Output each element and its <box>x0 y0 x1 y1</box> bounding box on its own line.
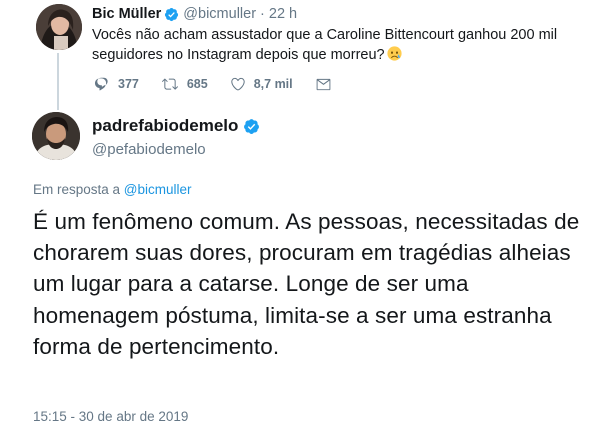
reply-icon <box>94 77 108 91</box>
original-tweet-text-content: Vocês não acham assustador que a Carolin… <box>92 27 558 63</box>
like-button[interactable]: 8,7 mil <box>230 76 293 92</box>
tweet-actions: 377 685 8,7 mil <box>94 76 362 92</box>
reply-tweet-timestamp[interactable]: 15:15 - 30 de abr de 2019 <box>33 409 188 424</box>
reply-tweet-text: É um fenômeno comum. As pessoas, necessi… <box>33 209 580 359</box>
in-reply-prefix: Em resposta a <box>33 182 124 197</box>
reply-button[interactable]: 377 <box>94 76 139 92</box>
original-author-name[interactable]: Bic Müller <box>92 6 161 22</box>
retweet-count: 685 <box>186 77 208 91</box>
direct-message-button[interactable] <box>315 77 340 92</box>
verified-badge-icon <box>244 118 260 134</box>
separator-dot: · <box>260 6 265 22</box>
original-tweet-header: Bic Müller @bicmuller · 22 h <box>92 6 297 22</box>
avatar-photo-padrefabiodemelo <box>32 112 80 160</box>
reply-author-handle[interactable]: @pefabiodemelo <box>92 141 206 158</box>
original-tweet-time[interactable]: 22 h <box>269 6 297 22</box>
avatar-padrefabiodemelo[interactable] <box>32 112 80 160</box>
message-icon <box>316 78 331 90</box>
original-author-handle[interactable]: @bicmuller <box>183 6 256 22</box>
verified-badge-icon <box>165 7 179 21</box>
original-tweet-text: Vocês não acham assustador que a Carolin… <box>92 26 562 65</box>
in-reply-mention-link[interactable]: @bicmuller <box>124 182 192 197</box>
thread-connector-line <box>57 53 59 110</box>
sad-face-emoji-icon <box>387 45 402 61</box>
in-reply-to: Em resposta a @bicmuller <box>33 182 192 197</box>
like-count: 8,7 mil <box>253 77 293 91</box>
reply-author-name[interactable]: padrefabiodemelo <box>92 116 238 136</box>
reply-author-name-row: padrefabiodemelo <box>92 116 264 136</box>
retweet-button[interactable]: 685 <box>161 76 208 92</box>
avatar-bicmuller[interactable] <box>36 4 82 50</box>
reply-count: 377 <box>118 77 139 91</box>
retweet-icon <box>161 78 178 90</box>
avatar-photo-bicmuller <box>36 4 82 50</box>
like-icon <box>231 77 245 91</box>
